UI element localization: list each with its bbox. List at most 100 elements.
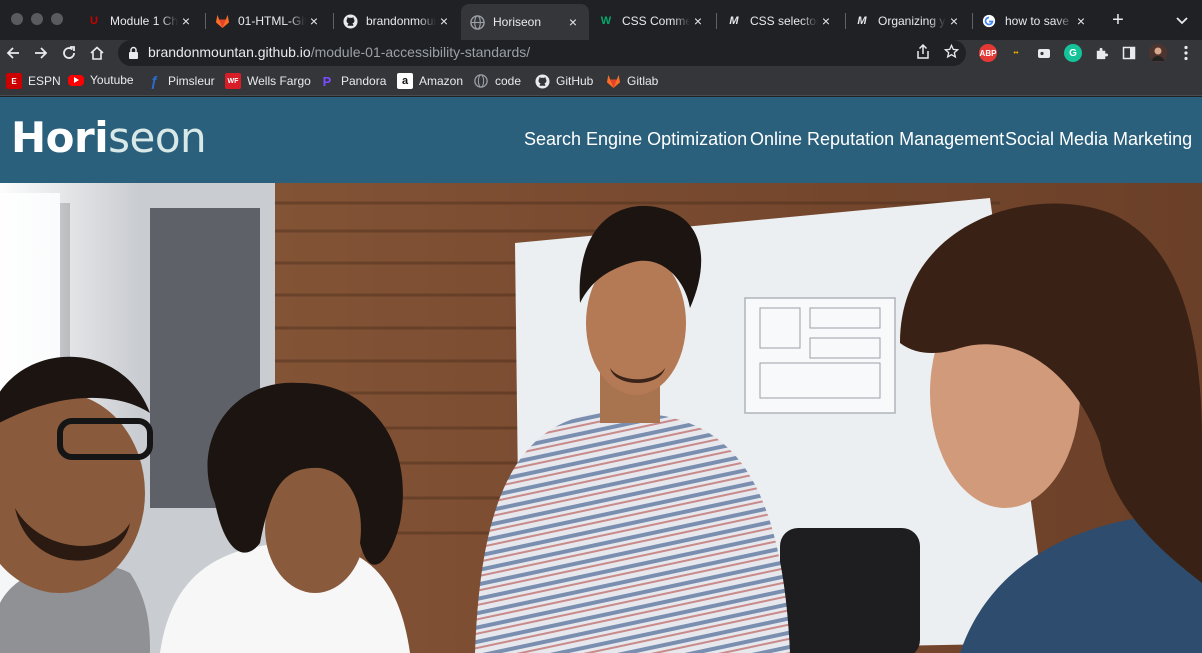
extension-icon[interactable] (1035, 44, 1053, 62)
bookmark-label: Pimsleur (168, 74, 215, 88)
web-page: Horiseon Search Engine Optimization Onli… (0, 97, 1202, 653)
minimize-window-button[interactable] (31, 13, 43, 25)
bookmark-amazon[interactable]: a Amazon (397, 73, 463, 89)
w3schools-icon: W (600, 15, 612, 27)
close-tab-icon[interactable]: × (946, 13, 962, 29)
tab[interactable]: how to save s × (973, 6, 1097, 36)
pandora-icon: P (322, 73, 332, 89)
bookmark-label: ESPN (28, 74, 61, 88)
close-tab-icon[interactable]: × (565, 14, 581, 30)
abp-label: ABP (979, 48, 997, 58)
nav-link-seo[interactable]: Search Engine Optimization (524, 129, 747, 150)
forward-button[interactable] (30, 42, 52, 64)
espn-icon: E (6, 73, 22, 89)
side-panel-icon[interactable] (1120, 44, 1138, 62)
kebab-menu-icon[interactable] (1177, 44, 1195, 62)
wireframe-sketch (744, 297, 896, 414)
logo-main: Hori (11, 113, 109, 162)
lock-icon[interactable] (128, 46, 139, 65)
new-tab-button[interactable]: + (1108, 9, 1128, 32)
wells-fargo-icon: WF (225, 73, 241, 89)
tab-title: CSS Commen (622, 14, 690, 28)
close-tab-icon[interactable]: × (1073, 13, 1089, 29)
grammarly-icon[interactable]: G (1064, 44, 1082, 62)
logo-accent: seon (108, 113, 207, 162)
tab[interactable]: U Module 1 Chal × (78, 6, 202, 36)
site-logo[interactable]: Horiseon (11, 113, 207, 162)
tab-title: Organizing yo (878, 14, 946, 28)
close-tab-icon[interactable]: × (818, 13, 834, 29)
bookmark-label: GitHub (556, 74, 594, 88)
gitlab-icon (605, 73, 621, 89)
url-text[interactable]: brandonmountan.github.io/module-01-acces… (148, 44, 530, 60)
bookmark-label: Amazon (419, 74, 464, 88)
pimsleur-icon: ƒ (150, 73, 158, 89)
avatar[interactable] (1149, 44, 1167, 62)
bookmark-gitlab[interactable]: Gitlab (605, 73, 658, 89)
bookmark-wells-fargo[interactable]: WF Wells Fargo (225, 73, 311, 89)
tab-title: Module 1 Chal (110, 14, 178, 28)
extensions-puzzle-icon[interactable] (1092, 44, 1110, 62)
bookmark-label: Wells Fargo (247, 74, 311, 88)
mdn-icon: M (729, 15, 739, 27)
mdn-icon: M (857, 15, 867, 27)
tab-title: 01-HTML-Git- (238, 14, 306, 28)
tab-active[interactable]: Horiseon × (461, 4, 589, 40)
globe-icon (469, 14, 485, 30)
close-tab-icon[interactable]: × (436, 13, 452, 29)
close-tab-icon[interactable]: × (178, 13, 194, 29)
tab[interactable]: M CSS selectors × (718, 6, 842, 36)
bookmark-youtube[interactable]: Youtube (68, 73, 134, 87)
home-button[interactable] (86, 42, 108, 64)
bookmark-github[interactable]: GitHub (534, 73, 593, 89)
u-icon: U (90, 15, 98, 27)
window-controls (11, 13, 63, 25)
bookmark-code[interactable]: code (473, 73, 521, 89)
bookmark-star-icon[interactable] (943, 43, 960, 62)
github-icon (534, 73, 550, 89)
share-icon[interactable] (916, 43, 930, 63)
back-button[interactable] (2, 42, 24, 64)
adblock-plus-icon[interactable]: ABP (979, 44, 997, 62)
bookmark-label: code (495, 74, 522, 88)
tab[interactable]: 01-HTML-Git- × (206, 6, 330, 36)
nav-link-social-media[interactable]: Social Media Marketing (1005, 129, 1192, 150)
github-icon (342, 13, 358, 29)
url-path: /module-01-accessibility-standards/ (310, 44, 531, 60)
site-header: Horiseon Search Engine Optimization Onli… (0, 97, 1202, 183)
bookmarks-bar: E ESPN Youtube ƒ Pimsleur WF Wells Fargo… (0, 66, 1202, 96)
bookmark-label: Gitlab (627, 74, 659, 88)
close-window-button[interactable] (11, 13, 23, 25)
bookmark-pandora[interactable]: P Pandora (319, 73, 387, 89)
url-host: brandonmountan.github.io (148, 44, 311, 60)
tab-title: CSS selectors (750, 14, 818, 28)
close-tab-icon[interactable]: × (690, 13, 706, 29)
chair (780, 528, 920, 653)
youtube-icon (68, 74, 84, 86)
bookmark-label: Youtube (90, 73, 134, 87)
google-icon (981, 13, 997, 29)
gitlab-icon (214, 13, 230, 29)
maximize-window-button[interactable] (51, 13, 63, 25)
tab[interactable]: M Organizing yo × (846, 6, 970, 36)
bookmark-pimsleur[interactable]: ƒ Pimsleur (146, 73, 215, 89)
hero-image (0, 183, 1202, 653)
ebay-extension-icon[interactable]: •• (1007, 44, 1025, 62)
nav-link-reputation[interactable]: Online Reputation Management (750, 129, 1004, 150)
address-bar[interactable]: brandonmountan.github.io/module-01-acces… (118, 40, 966, 66)
amazon-icon: a (397, 73, 413, 89)
globe-icon (473, 73, 489, 89)
tab-search-icon[interactable] (1176, 12, 1188, 30)
tab[interactable]: W CSS Commen × (590, 6, 714, 36)
tab-title: brandonmoun (366, 14, 436, 28)
bookmark-label: Pandora (341, 74, 387, 88)
tab[interactable]: brandonmoun × (334, 6, 460, 36)
tab-strip: U Module 1 Chal × 01-HTML-Git- × brandon… (0, 0, 1202, 40)
bookmark-espn[interactable]: E ESPN (6, 73, 61, 89)
browser-toolbar: brandonmountan.github.io/module-01-acces… (0, 40, 1202, 66)
tab-title: Horiseon (493, 15, 542, 29)
tab-title: how to save s (1005, 14, 1073, 28)
reload-button[interactable] (58, 42, 80, 64)
close-tab-icon[interactable]: × (306, 13, 322, 29)
person-left (0, 356, 153, 653)
